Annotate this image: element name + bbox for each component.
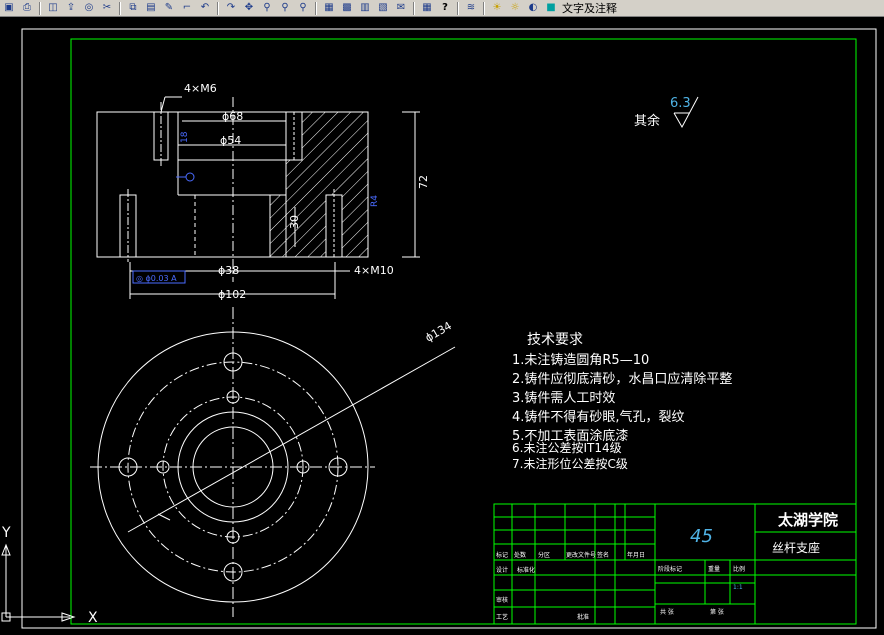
dim-small-2: R4	[370, 195, 380, 207]
title-block-label: 阶段标记	[658, 565, 682, 573]
standard-toolbar: ▣ ⎙ ◫ ⇪ ◎ ✂ ⧉ ▤ ✎ ⌐ ↶ ↷ ✥ ⚲ ⚲ ⚲ ▦ ▩ ▥ ▧ ✉ ▦? ≋ ☀ ☼ ◐ ■ 文字及注释	[0, 0, 884, 17]
part-name: 丝杆支座	[772, 540, 820, 555]
title-block-label: 重量	[708, 565, 720, 573]
title-block-label: 年月日	[627, 551, 645, 559]
sun-icon[interactable]: ☼	[507, 1, 523, 15]
title-block-label: 批准	[577, 613, 589, 621]
title-block-label: 更改文件号	[566, 551, 596, 559]
bulb-icon[interactable]: ☀	[489, 1, 505, 15]
title-block-label: 比例	[733, 565, 745, 573]
toolbar-separator	[413, 1, 415, 15]
material-text: 45	[690, 526, 713, 547]
zoom-previous-icon[interactable]: ⚲	[295, 1, 311, 15]
ucs-x-label: X	[88, 610, 98, 626]
help-icon[interactable]: ?	[437, 1, 453, 15]
dim-h30: 30	[288, 215, 301, 229]
title-block-label: 标准化	[517, 566, 535, 574]
toolbar-separator	[119, 1, 121, 15]
redo-icon[interactable]: ↷	[223, 1, 239, 15]
zoom-window-icon[interactable]: ⚲	[277, 1, 293, 15]
undo-icon[interactable]: ↶	[197, 1, 213, 15]
publish-icon[interactable]: ⇪	[63, 1, 79, 15]
dim-h72: 72	[417, 175, 430, 189]
toolbar-separator	[483, 1, 485, 15]
toolbar-separator	[315, 1, 317, 15]
ucs-y-label: Y	[1, 525, 11, 541]
school-name: 太湖学院	[778, 511, 838, 529]
cut-icon[interactable]: ✂	[99, 1, 115, 15]
plot-icon[interactable]: ◎	[81, 1, 97, 15]
design-center-icon[interactable]: ▩	[339, 1, 355, 15]
tech-item: 3.铸件需人工时效	[512, 390, 615, 406]
dim-thread-bottom: 4×M10	[354, 264, 394, 277]
section-view	[96, 97, 369, 282]
match-prop-icon[interactable]: ✎	[161, 1, 177, 15]
dim-d134: ϕ134	[423, 319, 454, 344]
color-icon[interactable]: ■	[543, 1, 559, 15]
tech-item: 7.未注形位公差按C级	[512, 456, 628, 471]
top-view	[90, 307, 456, 617]
roughness-symbol: 其余 6.3	[634, 96, 699, 129]
properties-icon[interactable]: ▦	[321, 1, 337, 15]
tech-item: 1.未注铸造圆角R5—10	[512, 352, 649, 368]
roughness-label: 其余	[634, 113, 660, 129]
save-icon[interactable]: ▣	[1, 1, 17, 15]
tech-title: 技术要求	[527, 332, 583, 348]
dim-d38: ϕ38	[218, 264, 239, 277]
copy-icon[interactable]: ⧉	[125, 1, 141, 15]
title-block-label: 审核	[496, 596, 508, 604]
tech-requirements: 技术要求 1.未注铸造圆角R5—10 2.铸件应彻底清砂，水昌口应清除平整 3.…	[512, 332, 732, 471]
dim-small-1: 18	[180, 131, 190, 143]
title-block-label: 第 张	[710, 608, 724, 616]
tech-item: 4.铸件不得有砂眼,气孔，裂纹	[512, 409, 685, 425]
title-block-label: 共 张	[660, 608, 674, 616]
paste-icon[interactable]: ▤	[143, 1, 159, 15]
tool-palette-icon[interactable]: ▥	[357, 1, 373, 15]
section-hatch	[269, 194, 287, 258]
roughness-value: 6.3	[670, 96, 691, 111]
title-block-label: 分区	[538, 551, 550, 559]
title-block-label: 设计	[496, 566, 508, 574]
pan-icon[interactable]: ✥	[241, 1, 257, 15]
layer-name[interactable]: 文字及注释	[562, 0, 617, 16]
brush-icon[interactable]: ⌐	[179, 1, 195, 15]
zoom-realtime-icon[interactable]: ⚲	[259, 1, 275, 15]
markup-icon[interactable]: ✉	[393, 1, 409, 15]
dim-d54: ϕ54	[220, 134, 241, 147]
layer-icon[interactable]: ≋	[463, 1, 479, 15]
ucs-icon: Y X	[1, 525, 98, 626]
title-block-label: 工艺	[496, 613, 508, 621]
dim-thread-top: 4×M6	[184, 82, 217, 95]
dim-d102: ϕ102	[218, 288, 246, 301]
print-icon[interactable]: ⎙	[19, 1, 35, 15]
calculator-icon[interactable]: ▦	[419, 1, 435, 15]
title-block-label: 处数	[514, 551, 526, 559]
preview-icon[interactable]: ◫	[45, 1, 61, 15]
title-block-label: 签名	[597, 551, 609, 559]
tech-item: 6.未注公差按IT14级	[512, 440, 622, 455]
title-block-label: 标记	[496, 551, 508, 559]
inner-border	[70, 38, 857, 625]
dim-d68: ϕ68	[222, 110, 243, 123]
toolbar-separator	[217, 1, 219, 15]
toolbar-separator	[457, 1, 459, 15]
lock-icon[interactable]: ◐	[525, 1, 541, 15]
tech-item: 2.铸件应彻底清砂，水昌口应清除平整	[512, 371, 732, 387]
sheet-set-icon[interactable]: ▧	[375, 1, 391, 15]
gdt-text: ◎ ϕ0.03 A	[136, 274, 177, 283]
title-block-label: 1:1	[733, 584, 743, 591]
drawing-canvas[interactable]: 4×M6 ϕ68 ϕ54 ϕ38 ϕ102 4×M10 72 30 18 R4 …	[0, 17, 884, 635]
toolbar-separator	[39, 1, 41, 15]
datum-marker	[176, 172, 195, 182]
